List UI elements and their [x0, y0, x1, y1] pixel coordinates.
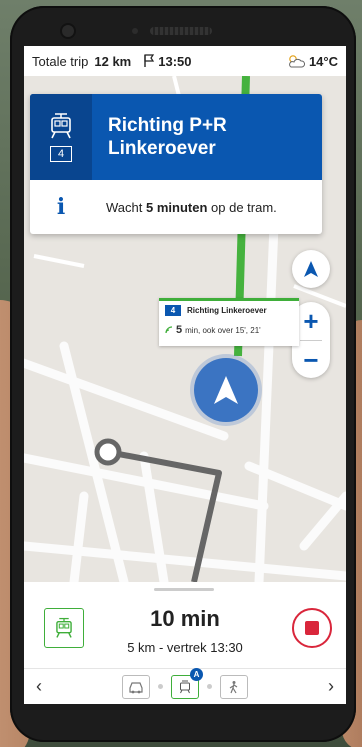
tooltip-minutes: 5: [176, 324, 183, 336]
tooltip-detail: min, ook over 15', 21': [185, 325, 261, 335]
tooltip-title: Richting Linkeroever: [187, 306, 267, 315]
info-icon: i: [56, 194, 66, 220]
heading-arrow-icon: [214, 376, 238, 404]
realtime-icon: [165, 326, 173, 334]
direction-title: Richting P+R Linkeroever: [108, 115, 227, 159]
step-dot: [207, 684, 212, 689]
temperature: 14°C: [308, 53, 338, 69]
next-button[interactable]: ›: [316, 676, 346, 697]
tooltip-line-badge: 4: [165, 305, 181, 316]
mode-car[interactable]: [122, 674, 150, 699]
current-position-marker: [194, 358, 258, 422]
wait-text: Wacht 5 minuten op de tram.: [106, 199, 277, 215]
recenter-button[interactable]: [292, 250, 330, 288]
step-badge: A: [190, 667, 203, 681]
navigation-arrow-icon: [304, 261, 318, 277]
weather: 14°C: [286, 54, 338, 69]
photo-background: Totale trip 12 km 13:50 14°C 4 Richting …: [0, 0, 362, 747]
tram-line-block: 4: [30, 94, 92, 180]
car-icon: [129, 681, 143, 693]
walk-icon: [229, 680, 238, 693]
zoom-out-button[interactable]: −: [292, 341, 330, 379]
mode-selector-bar: ‹ A ›: [24, 667, 346, 704]
app-screen: Totale trip 12 km 13:50 14°C 4 Richting …: [24, 46, 346, 704]
trip-summary-panel[interactable]: 10 min 5 km - vertrek 13:30 ‹ A ›: [24, 582, 346, 704]
tram-icon: [180, 680, 190, 693]
line-number-badge: 4: [50, 146, 72, 162]
tram-icon: [51, 113, 71, 139]
trip-distance: 12 km: [94, 53, 132, 69]
mode-tram[interactable]: A: [171, 667, 203, 699]
front-camera: [62, 25, 74, 37]
tooltip-departures: 5 min, ook over 15', 21': [165, 324, 293, 336]
stop-icon: [305, 621, 319, 635]
trip-label: Totale trip: [32, 53, 89, 69]
wait-info: i Wacht 5 minuten op de tram.: [30, 180, 322, 234]
direction-header: 4 Richting P+R Linkeroever: [30, 94, 322, 180]
direction-card[interactable]: 4 Richting P+R Linkeroever i Wacht 5 min…: [30, 94, 322, 234]
drag-handle[interactable]: [154, 588, 214, 591]
mode-walk[interactable]: [220, 674, 248, 699]
step-dot: [158, 684, 163, 689]
previous-button[interactable]: ‹: [24, 676, 54, 697]
speaker-grille: [150, 27, 212, 35]
tram-stop-tooltip[interactable]: 4 Richting Linkeroever 5 min, ook over 1…: [159, 298, 299, 346]
tooltip-header: 4 Richting Linkeroever: [165, 305, 293, 316]
phone-top-bar: [10, 18, 356, 44]
stop-navigation-button[interactable]: [292, 608, 332, 648]
finish-flag-icon: [144, 54, 155, 67]
mode-steps: A: [54, 667, 316, 699]
sensor: [132, 28, 138, 34]
trip-status-bar: Totale trip 12 km 13:50 14°C: [24, 46, 346, 76]
partly-cloudy-icon: [289, 55, 305, 68]
arrival-time: 13:50: [158, 53, 192, 69]
